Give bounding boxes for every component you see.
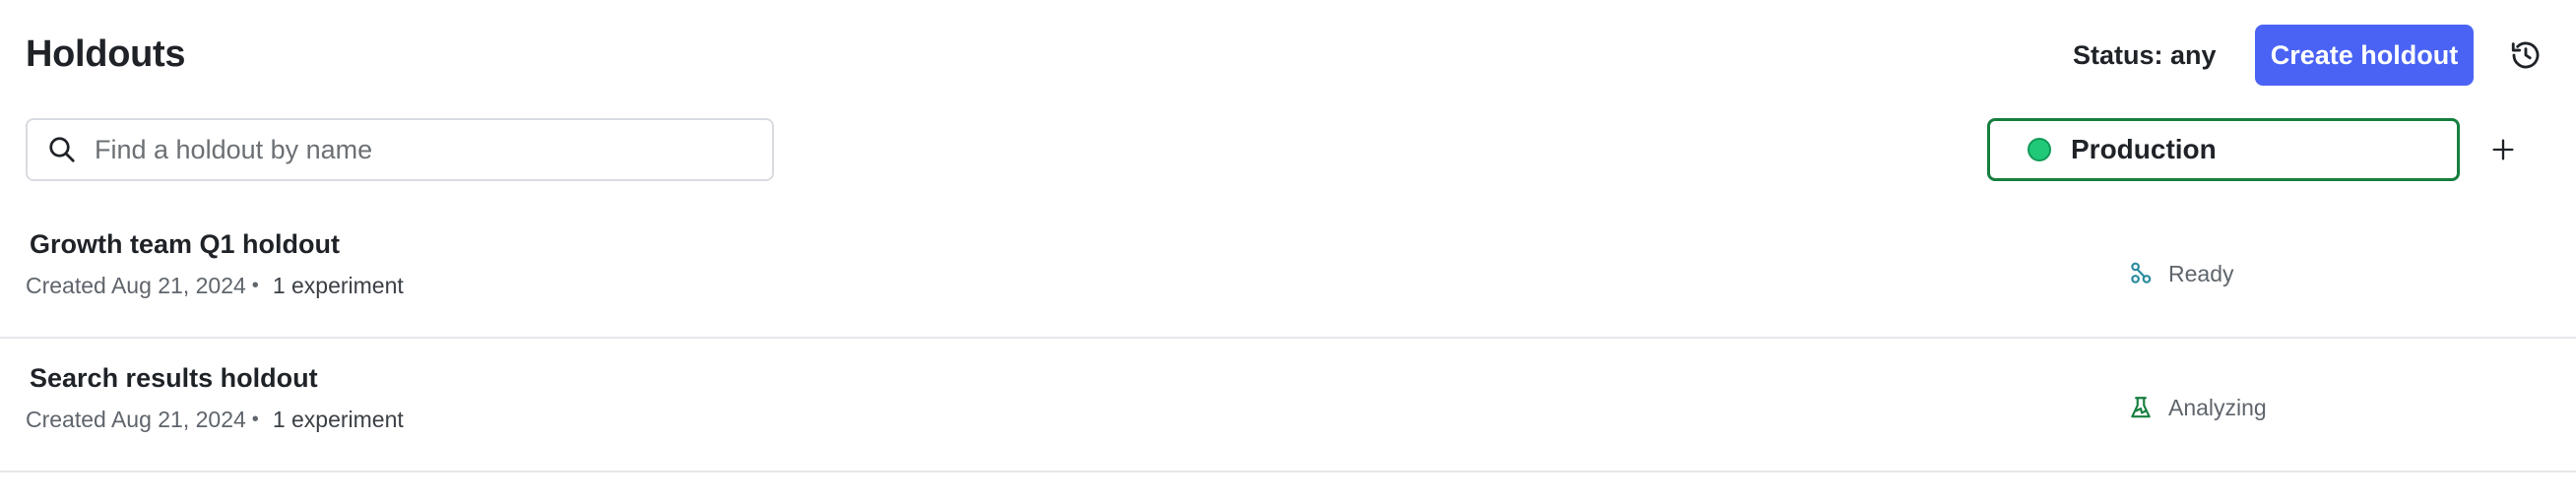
holdout-created: Created Aug 21, 2024	[26, 407, 246, 432]
plus-icon	[2489, 136, 2517, 163]
history-button[interactable]	[2506, 35, 2545, 75]
ready-icon	[2127, 260, 2155, 287]
holdout-row[interactable]: Search results holdout Created Aug 21, 2…	[0, 339, 2576, 472]
holdout-status: Analyzing	[2127, 392, 2267, 423]
meta-separator: •	[251, 275, 259, 296]
environment-status-dot	[2028, 138, 2051, 161]
holdout-status: Ready	[2127, 258, 2233, 289]
flask-icon	[2127, 394, 2155, 421]
holdout-meta: Created Aug 21, 2024 • 1 experiment	[26, 404, 404, 435]
holdout-row[interactable]: Growth team Q1 holdout Created Aug 21, 2…	[0, 205, 2576, 339]
history-icon	[2509, 38, 2543, 72]
search-icon	[45, 133, 79, 166]
status-filter-button[interactable]: Status: any	[2073, 37, 2217, 73]
holdout-experiment-count: 1 experiment	[272, 407, 404, 432]
search-field[interactable]	[26, 118, 774, 181]
page-title: Holdouts	[26, 33, 186, 75]
meta-separator: •	[251, 409, 259, 430]
holdout-created: Created Aug 21, 2024	[26, 273, 246, 298]
environment-selector[interactable]: Production	[1987, 118, 2460, 181]
holdout-name[interactable]: Growth team Q1 holdout	[30, 226, 340, 262]
create-holdout-button[interactable]: Create holdout	[2255, 25, 2474, 86]
holdout-meta: Created Aug 21, 2024 • 1 experiment	[26, 270, 404, 301]
environment-label: Production	[2071, 134, 2217, 164]
add-environment-button[interactable]	[2481, 128, 2525, 171]
status-label: Analyzing	[2168, 395, 2267, 420]
holdout-experiment-count: 1 experiment	[272, 273, 404, 298]
search-input[interactable]	[95, 134, 744, 165]
status-label: Ready	[2168, 261, 2234, 286]
holdout-name[interactable]: Search results holdout	[30, 360, 318, 396]
